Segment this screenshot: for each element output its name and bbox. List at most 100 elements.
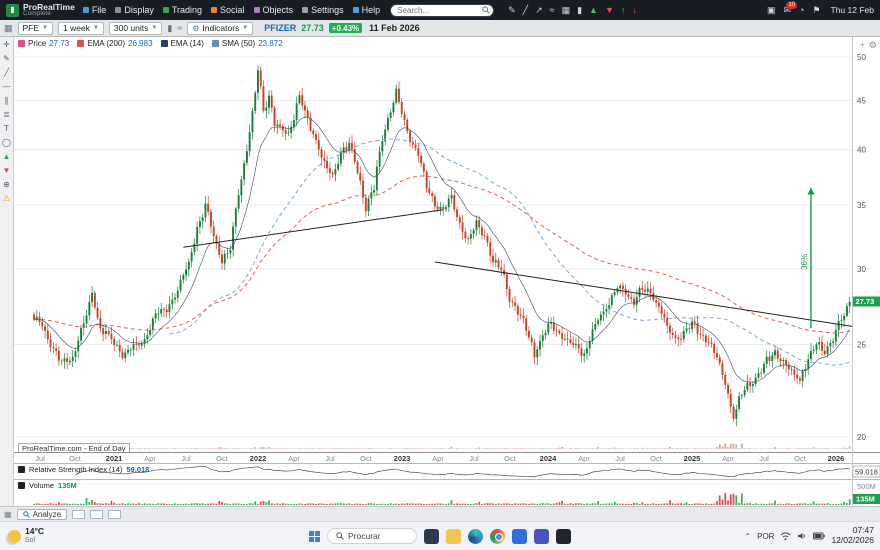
menu-settings[interactable]: Settings xyxy=(302,5,344,15)
analyze-button[interactable]: Analyze xyxy=(17,509,67,520)
svg-text:35: 35 xyxy=(857,201,866,210)
legend-ema-200: EMA (200)26.983 xyxy=(77,39,152,48)
svg-text:59.018: 59.018 xyxy=(855,468,878,477)
sell-order-icon[interactable]: ↓ xyxy=(632,6,637,15)
layout-grid-icon[interactable]: ▦ xyxy=(4,23,13,34)
fibonacci-tool-icon[interactable]: ≣ xyxy=(3,111,10,119)
wifi-icon[interactable] xyxy=(780,531,791,541)
time-tick-Apr: Apr xyxy=(716,454,740,463)
channel-tool-icon[interactable]: ∥ xyxy=(5,97,9,105)
weather-widget[interactable]: 14°C Sol xyxy=(8,527,44,544)
chevron-down-icon: ▼ xyxy=(93,25,99,31)
horizontal-line-tool-icon[interactable]: — xyxy=(3,83,11,91)
buy-arrow-tool-icon[interactable]: ▲ xyxy=(3,153,11,161)
wrench-icon: ⚙ xyxy=(192,24,199,33)
svg-text:40: 40 xyxy=(857,146,866,155)
teams-icon[interactable] xyxy=(534,529,549,544)
change-badge: +0.43% xyxy=(329,23,362,33)
clock-icon[interactable]: ◔ xyxy=(799,6,804,15)
rsi-panel-wrap: 59.018 Relative Strength Index (14) 59.0… xyxy=(14,463,880,479)
pencil-tool-icon[interactable]: ✎ xyxy=(3,55,10,63)
volume-chart[interactable]: 500M135M xyxy=(14,480,880,506)
chart-corner-tools: + ⚙ xyxy=(860,40,877,51)
menu-objects[interactable]: Objects xyxy=(254,5,294,15)
app-edition: Complete xyxy=(23,11,75,18)
search-input[interactable] xyxy=(390,4,494,17)
trendline-tool-icon[interactable]: ╱ xyxy=(4,69,9,77)
cursor-tool-icon[interactable]: ✛ xyxy=(3,41,10,49)
chart-settings-icon[interactable]: ⚙ xyxy=(869,40,877,51)
prorealtime-logo-icon: ▮ xyxy=(6,4,19,17)
start-button[interactable] xyxy=(309,531,320,542)
terminal-icon[interactable] xyxy=(556,529,571,544)
sell-arrow-tool-icon[interactable]: ▼ xyxy=(3,167,11,175)
buy-order-icon[interactable]: ↑ xyxy=(621,6,626,15)
ellipse-tool-icon[interactable]: ◯ xyxy=(2,139,11,147)
menu-settings-icon xyxy=(302,7,308,13)
taskbar-clock[interactable]: 07:47 12/02/2026 xyxy=(831,526,874,546)
windows-taskbar: 14°C Sol Procurar ⌃ POR 07:47 12/02/2026 xyxy=(0,521,880,550)
battery-icon[interactable] xyxy=(813,532,825,540)
wave-icon[interactable]: ≈ xyxy=(550,6,555,15)
menu-display[interactable]: Display xyxy=(115,5,154,15)
indicators-button[interactable]: ⚙ Indicators ▼ xyxy=(187,22,253,35)
candlestick-icon[interactable]: ▮ xyxy=(577,6,582,15)
menu-file[interactable]: File xyxy=(83,5,107,15)
chart-style-line-icon[interactable]: ≈ xyxy=(177,23,182,33)
symbol-selector[interactable]: PFE▼ xyxy=(18,22,53,35)
timeframe-selector[interactable]: 1 week▼ xyxy=(58,22,104,35)
menu-trading[interactable]: Trading xyxy=(163,5,202,15)
fibonacci-icon[interactable]: ▦ xyxy=(562,6,571,15)
edge-icon[interactable] xyxy=(468,529,483,544)
tray-chevron-icon[interactable]: ⌃ xyxy=(744,532,751,541)
language-indicator[interactable]: POR xyxy=(757,532,774,541)
instrument-toolbar: ▦ PFE▼ 1 week▼ 300 units▼ ▮ ≈ ⚙ Indicato… xyxy=(0,20,880,37)
menu-bar: File Display Trading Social Objects Settings H… xyxy=(83,5,380,15)
taskbar-center: Procurar xyxy=(309,528,571,544)
zoom-tool-icon[interactable]: ⊕ xyxy=(3,181,10,189)
store-icon[interactable] xyxy=(512,529,527,544)
rsi-label: Relative Strength Index (14) xyxy=(29,465,122,474)
short-position-icon[interactable]: ▼ xyxy=(605,6,614,15)
segment-icon[interactable]: ╱ xyxy=(523,6,528,15)
global-search[interactable] xyxy=(390,4,494,17)
task-view-icon[interactable] xyxy=(424,529,439,544)
legend-sma-50: SMA (50)23.872 xyxy=(212,39,283,48)
volume-icon[interactable] xyxy=(797,531,807,541)
notification-badge: 10 xyxy=(786,2,797,9)
units-selector[interactable]: 300 units▼ xyxy=(109,22,162,35)
zoom-in-icon[interactable]: + xyxy=(860,40,865,51)
svg-text:500M: 500M xyxy=(857,482,876,491)
apps-icon[interactable]: ⚑ xyxy=(812,6,820,15)
svg-text:27.73: 27.73 xyxy=(856,297,875,306)
time-axis[interactable]: JulOct2021AprJulOct2022AprJulOct2023AprJ… xyxy=(14,452,880,463)
menu-help[interactable]: Help xyxy=(353,5,381,15)
search-icon xyxy=(482,6,490,14)
workspace-tab-3[interactable] xyxy=(108,510,121,519)
time-tick-Jul: Jul xyxy=(174,454,198,463)
top-tool-icons: ✎ ╱ ↗ ≈ ▦ ▮ ▲ ▼ ↑ ↓ xyxy=(508,6,637,15)
file-explorer-icon[interactable] xyxy=(446,529,461,544)
menu-display-icon xyxy=(115,7,121,13)
chrome-icon[interactable] xyxy=(490,529,505,544)
chat-icon[interactable]: ✉10 xyxy=(783,6,791,15)
long-position-icon[interactable]: ▲ xyxy=(589,6,598,15)
time-tick-Oct: Oct xyxy=(644,454,668,463)
workspace-tab-1[interactable] xyxy=(72,510,85,519)
text-tool-icon[interactable]: T xyxy=(4,125,9,133)
time-tick-Apr: Apr xyxy=(426,454,450,463)
price-chart[interactable]: 2025303540455036%27.73 xyxy=(14,37,880,452)
taskbar-search[interactable]: Procurar xyxy=(327,528,417,544)
workspace-icon[interactable]: ▣ xyxy=(767,6,776,15)
pencil-icon[interactable]: ✎ xyxy=(508,6,516,15)
svg-text:36%: 36% xyxy=(800,254,809,270)
menu-social[interactable]: Social xyxy=(211,5,245,15)
time-tick-Oct: Oct xyxy=(210,454,234,463)
prorealtime-window: ▮ ProRealTime Complete FileDisplayTradin… xyxy=(0,0,880,550)
alert-tool-icon[interactable]: ⚠ xyxy=(3,195,10,203)
chart-style-candlestick-icon[interactable]: ▮ xyxy=(167,23,172,34)
drawing-toolbar: ✛ ✎ ╱ — ∥ ≣ T ◯ ▲ ▼ ⊕ ⚠ xyxy=(0,37,14,506)
workspace-tab-2[interactable] xyxy=(90,510,103,519)
trend-arrow-icon[interactable]: ↗ xyxy=(535,6,543,15)
time-tick-2023: 2023 xyxy=(390,454,414,463)
